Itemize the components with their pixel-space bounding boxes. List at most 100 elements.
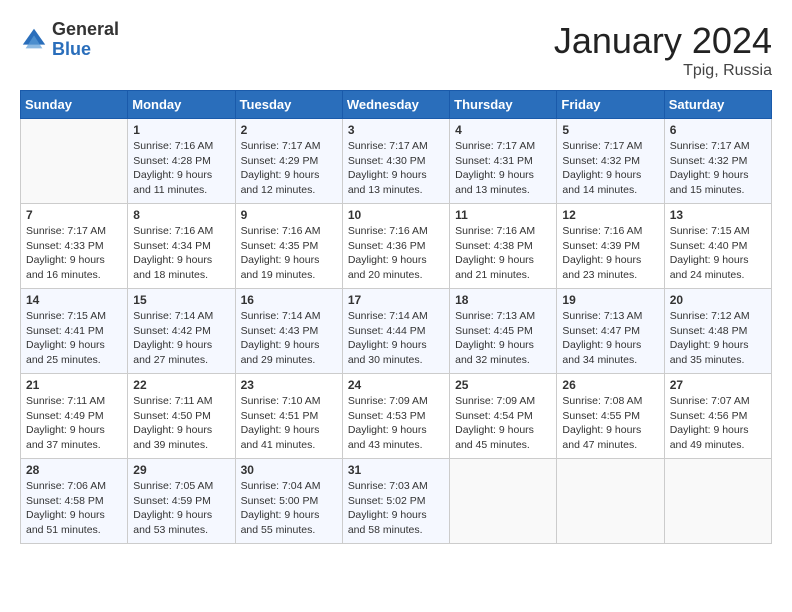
- sunrise-text: Sunrise: 7:17 AM: [455, 140, 535, 152]
- cell-content: Sunrise: 7:14 AMSunset: 4:44 PMDaylight:…: [348, 309, 444, 368]
- calendar-cell: 22Sunrise: 7:11 AMSunset: 4:50 PMDayligh…: [128, 374, 235, 459]
- sunrise-text: Sunrise: 7:11 AM: [133, 395, 212, 407]
- sunrise-text: Sunrise: 7:14 AM: [241, 310, 321, 322]
- sunrise-text: Sunrise: 7:07 AM: [670, 395, 750, 407]
- sunset-text: Sunset: 4:32 PM: [670, 155, 748, 167]
- calendar-cell: 28Sunrise: 7:06 AMSunset: 4:58 PMDayligh…: [21, 459, 128, 544]
- sunset-text: Sunset: 4:51 PM: [241, 410, 319, 422]
- sunrise-text: Sunrise: 7:15 AM: [670, 225, 750, 237]
- sunrise-text: Sunrise: 7:03 AM: [348, 480, 428, 492]
- daylight-text: Daylight: 9 hours and 58 minutes.: [348, 509, 427, 536]
- calendar-cell: 15Sunrise: 7:14 AMSunset: 4:42 PMDayligh…: [128, 289, 235, 374]
- logo-general: General: [52, 19, 119, 39]
- daylight-text: Daylight: 9 hours and 49 minutes.: [670, 424, 749, 451]
- title-block: January 2024 Tpig, Russia: [554, 20, 772, 80]
- daylight-text: Daylight: 9 hours and 41 minutes.: [241, 424, 320, 451]
- calendar-cell: 13 Sunrise: 7:15 AM Sunset: 4:40 PM Dayligh…: [664, 204, 771, 289]
- daylight-text: Daylight: 9 hours and 15 minutes.: [670, 169, 749, 196]
- day-number: 24: [348, 378, 444, 392]
- sunset-text: Sunset: 4:40 PM: [670, 240, 748, 252]
- day-number: 5: [562, 123, 658, 137]
- sunrise-text: Sunrise: 7:13 AM: [562, 310, 642, 322]
- sunset-text: Sunset: 4:54 PM: [455, 410, 533, 422]
- cell-content: Sunrise: 7:13 AMSunset: 4:47 PMDaylight:…: [562, 309, 658, 368]
- daylight-text: Daylight: 9 hours and 19 minutes.: [241, 254, 320, 281]
- cell-content: Sunrise: 7:16 AMSunset: 4:39 PMDaylight:…: [562, 224, 658, 283]
- sunrise-text: Sunrise: 7:06 AM: [26, 480, 106, 492]
- sunrise-text: Sunrise: 7:16 AM: [455, 225, 535, 237]
- cell-content: Sunrise: 7:15 AMSunset: 4:41 PMDaylight:…: [26, 309, 122, 368]
- day-number: 28: [26, 463, 122, 477]
- month-title: January 2024: [554, 20, 772, 62]
- cell-content: Sunrise: 7:17 AM Sunset: 4:31 PM Daylight:…: [455, 139, 551, 198]
- daylight-text: Daylight: 9 hours and 32 minutes.: [455, 339, 534, 366]
- page-header: General Blue January 2024 Tpig, Russia: [20, 20, 772, 80]
- daylight-text: Daylight: 9 hours and 24 minutes.: [670, 254, 749, 281]
- sunset-text: Sunset: 4:30 PM: [348, 155, 426, 167]
- logo-icon: [20, 26, 48, 54]
- cell-content: Sunrise: 7:15 AM Sunset: 4:40 PM Daylight:…: [670, 224, 766, 283]
- sunrise-text: Sunrise: 7:16 AM: [133, 225, 213, 237]
- calendar-cell: 19Sunrise: 7:13 AMSunset: 4:47 PMDayligh…: [557, 289, 664, 374]
- day-of-week-header: Thursday: [450, 91, 557, 119]
- sunset-text: Sunset: 4:56 PM: [670, 410, 748, 422]
- daylight-text: Daylight: 9 hours and 12 minutes.: [241, 169, 320, 196]
- calendar-cell: 21Sunrise: 7:11 AMSunset: 4:49 PMDayligh…: [21, 374, 128, 459]
- sunset-text: Sunset: 4:31 PM: [455, 155, 533, 167]
- sunrise-text: Sunrise: 7:09 AM: [348, 395, 428, 407]
- day-of-week-header: Wednesday: [342, 91, 449, 119]
- day-number: 9: [241, 208, 337, 222]
- calendar-cell: 5Sunrise: 7:17 AMSunset: 4:32 PMDaylight…: [557, 119, 664, 204]
- sunrise-text: Sunrise: 7:17 AM: [670, 140, 750, 152]
- daylight-text: Daylight: 9 hours and 39 minutes.: [133, 424, 212, 451]
- day-number: 2: [241, 123, 337, 137]
- sunrise-text: Sunrise: 7:10 AM: [241, 395, 321, 407]
- sunrise-text: Sunrise: 7:14 AM: [348, 310, 428, 322]
- sunrise-text: Sunrise: 7:16 AM: [241, 225, 321, 237]
- daylight-text: Daylight: 9 hours and 27 minutes.: [133, 339, 212, 366]
- sunset-text: Sunset: 4:33 PM: [26, 240, 104, 252]
- calendar-cell: 23Sunrise: 7:10 AMSunset: 4:51 PMDayligh…: [235, 374, 342, 459]
- sunrise-text: Sunrise: 7:16 AM: [348, 225, 428, 237]
- sunset-text: Sunset: 4:53 PM: [348, 410, 426, 422]
- daylight-text: Daylight: 9 hours and 34 minutes.: [562, 339, 641, 366]
- sunset-text: Sunset: 4:59 PM: [133, 495, 211, 507]
- calendar-cell: 18Sunrise: 7:13 AMSunset: 4:45 PMDayligh…: [450, 289, 557, 374]
- sunrise-text: Sunrise: 7:08 AM: [562, 395, 642, 407]
- sunset-text: Sunset: 5:02 PM: [348, 495, 426, 507]
- calendar-cell: 26Sunrise: 7:08 AMSunset: 4:55 PMDayligh…: [557, 374, 664, 459]
- day-number: 13: [670, 208, 766, 222]
- calendar-cell: 31 Sunrise: 7:03 AM Sunset: 5:02 PM Dayligh…: [342, 459, 449, 544]
- sunset-text: Sunset: 4:43 PM: [241, 325, 319, 337]
- day-number: 31: [348, 463, 444, 477]
- cell-content: Sunrise: 7:17 AMSunset: 4:33 PMDaylight:…: [26, 224, 122, 283]
- calendar-cell: [557, 459, 664, 544]
- cell-content: Sunrise: 7:16 AMSunset: 4:35 PMDaylight:…: [241, 224, 337, 283]
- daylight-text: Daylight: 9 hours and 47 minutes.: [562, 424, 641, 451]
- sunset-text: Sunset: 4:38 PM: [455, 240, 533, 252]
- day-number: 25: [455, 378, 551, 392]
- daylight-text: Daylight: 9 hours and 13 minutes.: [455, 169, 534, 196]
- daylight-text: Daylight: 9 hours and 20 minutes.: [348, 254, 427, 281]
- calendar-week-row: 21Sunrise: 7:11 AMSunset: 4:49 PMDayligh…: [21, 374, 772, 459]
- day-number: 3: [348, 123, 444, 137]
- calendar-cell: [21, 119, 128, 204]
- daylight-text: Daylight: 9 hours and 37 minutes.: [26, 424, 105, 451]
- calendar-cell: 9 Sunrise: 7:16 AMSunset: 4:35 PMDaylight…: [235, 204, 342, 289]
- sunset-text: Sunset: 4:29 PM: [241, 155, 319, 167]
- location: Tpig, Russia: [554, 62, 772, 80]
- sunrise-text: Sunrise: 7:05 AM: [133, 480, 213, 492]
- calendar-cell: 4Sunrise: 7:17 AMSunset: 4:31 PMDaylight…: [450, 119, 557, 204]
- daylight-text: Daylight: 9 hours and 23 minutes.: [562, 254, 641, 281]
- sunset-text: Sunset: 4:48 PM: [670, 325, 748, 337]
- day-number: 14: [26, 293, 122, 307]
- day-number: 1: [133, 123, 229, 137]
- day-number: 15: [133, 293, 229, 307]
- sunset-text: Sunset: 4:41 PM: [26, 325, 104, 337]
- cell-content: Sunrise: 7:05 AMSunset: 4:59 PMDaylight:…: [133, 479, 229, 538]
- daylight-text: Daylight: 9 hours and 45 minutes.: [455, 424, 534, 451]
- sunrise-text: Sunrise: 7:16 AM: [133, 140, 213, 152]
- calendar-cell: 12Sunrise: 7:16 AMSunset: 4:39 PMDayligh…: [557, 204, 664, 289]
- calendar-cell: 3Sunrise: 7:17 AMSunset: 4:30 PMDaylight…: [342, 119, 449, 204]
- cell-content: Sunrise: 7:16 AMSunset: 4:34 PMDaylight:…: [133, 224, 229, 283]
